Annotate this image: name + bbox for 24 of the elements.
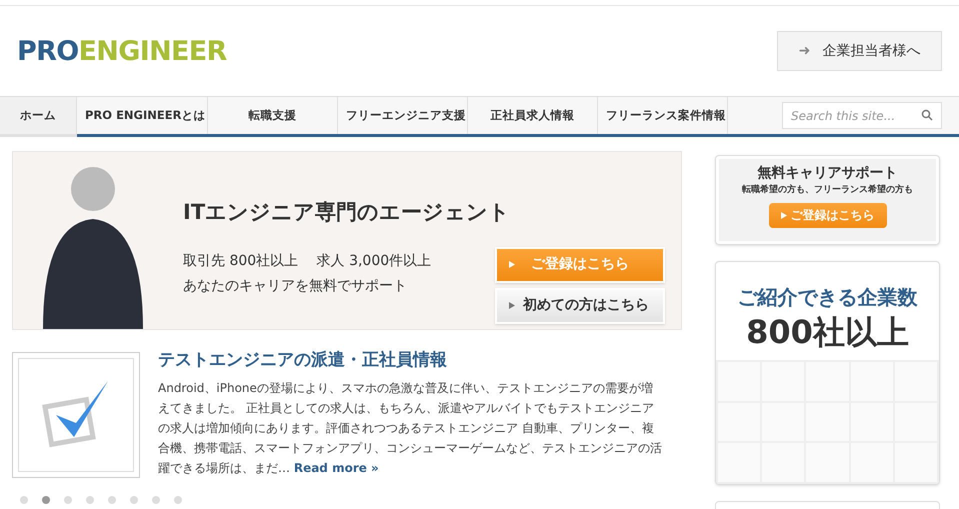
hero-title: ITエンジニア専門のエージェント	[183, 199, 512, 226]
first-time-button[interactable]: 初めての方はこちら	[495, 288, 665, 324]
employer-button[interactable]: ➜ 企業担当者様へ	[777, 31, 942, 71]
logo-text[interactable]: PRO	[17, 38, 79, 64]
companies-title: ご紹介できる企業数	[738, 284, 918, 311]
search-field[interactable]: Search this site...	[782, 102, 942, 129]
article-excerpt: Android、iPhoneの登場により、スマホの急激な普及に伴い、テストエンジニアの需要が増えてきました。 正社員としての求人は、もちろん、派遣やアルバイトでもテストエンジニアの求人は増加傾向にあります。評価されつつあるテストエンジニア 自動車、プリンター、複合機、携帯電話、スマートフォンアプリ、コンシューマーゲームなど、テストエンジニアの活躍できる場所は、まだ… Read more »	[158, 380, 663, 476]
article-title[interactable]: テストエンジニアの派遣・正社員情報	[158, 348, 682, 374]
hero-stats: 取引先 800社以上 求人 3,000件以上	[183, 252, 432, 270]
hero-subtitle: あなたのキャリアを無料でサポート	[183, 276, 408, 296]
companies-count: 800社以上	[746, 312, 909, 352]
triangle-icon	[780, 212, 786, 218]
nav-tab[interactable]: フリーランス案件情報	[598, 97, 728, 134]
nav-tab[interactable]: 正社員求人情報	[468, 97, 598, 134]
triangle-icon	[509, 261, 515, 268]
nav-tab[interactable]: ホーム	[0, 97, 77, 137]
search-icon[interactable]	[921, 109, 933, 121]
nav-tab[interactable]: フリーエンジニア支援	[338, 97, 468, 134]
nav-tab[interactable]: PRO ENGINEERとは	[77, 97, 208, 134]
card-title: 無料キャリアサポート	[758, 164, 898, 183]
triangle-icon	[509, 302, 515, 309]
card-subtitle: 転職希望の方も、フリーランス希望の方も	[742, 184, 913, 197]
nav-tab[interactable]: 転職支援	[208, 97, 338, 134]
read-more-link[interactable]: Read more »	[294, 460, 379, 474]
